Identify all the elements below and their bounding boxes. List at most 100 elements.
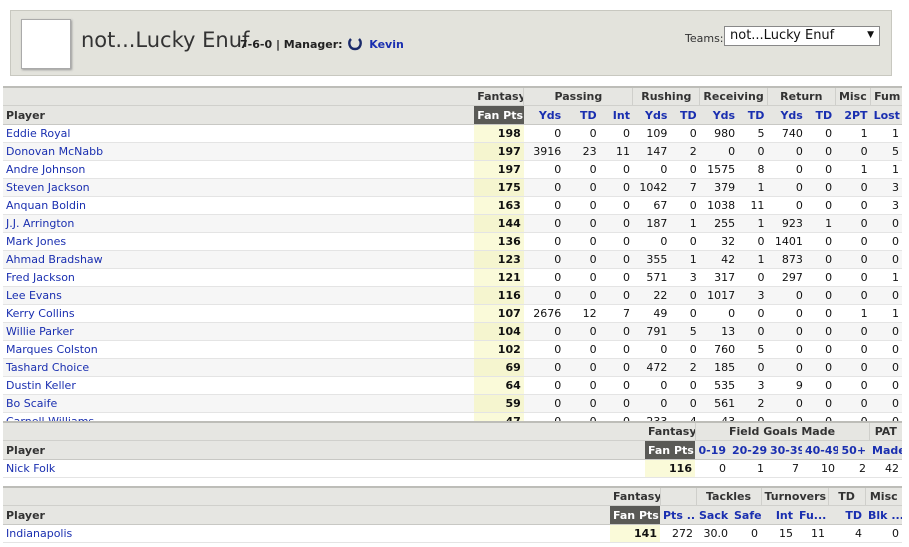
player-name-link[interactable]: Ahmad Bradshaw <box>3 250 475 269</box>
stat-cell: 0 <box>670 340 700 359</box>
player-name-link[interactable]: Lee Evans <box>3 286 475 305</box>
stat-cell: 1 <box>835 160 871 179</box>
team-name: not...Lucky Enuf <box>81 28 250 52</box>
stat-cell: 22 <box>632 286 671 305</box>
fantasy-points-cell: 104 <box>474 322 524 341</box>
player-name-link[interactable]: Tashard Choice <box>3 358 475 377</box>
stat-cell: 0 <box>599 160 633 179</box>
player-name-link[interactable]: Eddie Royal <box>3 124 475 143</box>
group-fantasy: Fantasy <box>610 486 660 506</box>
player-name-link[interactable]: Mark Jones <box>3 232 475 251</box>
col-fg-50-plus[interactable]: 50+ <box>838 440 870 460</box>
col-sack[interactable]: Sack <box>696 505 731 525</box>
stat-cell: 185 <box>699 358 739 377</box>
teams-select[interactable]: not...Lucky Enuf ▼ <box>724 26 880 46</box>
stat-cell: 0 <box>738 232 768 251</box>
stat-cell: 0 <box>767 322 806 341</box>
col-rec-td[interactable]: TD <box>738 105 768 125</box>
player-name-link[interactable]: Willie Parker <box>3 322 475 341</box>
player-name-link[interactable]: Steven Jackson <box>3 178 475 197</box>
col-ret-yds[interactable]: Yds <box>767 105 806 125</box>
col-misc-2pt[interactable]: 2PT <box>835 105 871 125</box>
col-pass-yds[interactable]: Yds <box>523 105 565 125</box>
stat-cell: 980 <box>699 124 739 143</box>
player-name-link[interactable]: Donovan McNabb <box>3 142 475 161</box>
stat-cell: 0 <box>599 268 633 287</box>
fantasy-points-cell: 102 <box>474 340 524 359</box>
stat-cell: 0 <box>523 286 565 305</box>
player-name-link[interactable]: Dustin Keller <box>3 376 475 395</box>
col-rush-td[interactable]: TD <box>670 105 700 125</box>
fantasy-points-cell: 116 <box>474 286 524 305</box>
stat-cell: 0 <box>805 232 836 251</box>
manager-link[interactable]: Kevin <box>369 38 404 51</box>
col-pass-td[interactable]: TD <box>564 105 600 125</box>
col-rec-yds[interactable]: Yds <box>699 105 739 125</box>
stat-cell: 0 <box>767 160 806 179</box>
table-row: Kerry Collins 107 2676 12 7 49 0 0 0 0 0 1 1 <box>3 304 902 323</box>
defense-rows: Indianapolis 141 272 30.0 0 15 11 4 0 <box>3 524 903 543</box>
stat-cell: 49 <box>632 304 671 323</box>
col-pass-int[interactable]: Int <box>599 105 633 125</box>
stat-cell: 1 <box>835 304 871 323</box>
col-pat-made[interactable]: Made <box>869 440 903 460</box>
player-name-link[interactable]: Kerry Collins <box>3 304 475 323</box>
col-pts-allowed[interactable]: Pts ... <box>660 505 696 525</box>
stat-cell: 32 <box>699 232 739 251</box>
player-name-link[interactable]: Nick Folk <box>3 459 645 478</box>
col-fg-20-29[interactable]: 20-29 <box>729 440 767 460</box>
player-name-link[interactable]: Fred Jackson <box>3 268 475 287</box>
col-td[interactable]: TD <box>828 505 866 525</box>
col-int[interactable]: Int <box>761 505 796 525</box>
stat-cell: 1 <box>738 250 768 269</box>
stat-cell: 7 <box>767 459 802 478</box>
table-row: Eddie Royal 198 0 0 0 109 0 980 5 740 0 1 1 <box>3 124 902 143</box>
col-safe[interactable]: Safe <box>731 505 761 525</box>
stat-cell: 1 <box>670 214 700 233</box>
stat-cell: 7 <box>599 304 633 323</box>
stat-cell: 0 <box>805 268 836 287</box>
player-name-link[interactable]: Andre Johnson <box>3 160 475 179</box>
stat-cell: 0 <box>835 178 871 197</box>
table-row: Tashard Choice 69 0 0 0 472 2 185 0 0 0 0 0 <box>3 358 902 377</box>
stat-cell: 0 <box>523 250 565 269</box>
stat-cell: 571 <box>632 268 671 287</box>
stat-cell: 0 <box>805 178 836 197</box>
stat-cell: 535 <box>699 376 739 395</box>
col-fg-40-49[interactable]: 40-49 <box>802 440 838 460</box>
col-fg-0-19[interactable]: 0-19 <box>695 440 729 460</box>
player-name-link[interactable]: J.J. Arrington <box>3 214 475 233</box>
table-row: Lee Evans 116 0 0 0 22 0 1017 3 0 0 0 0 <box>3 286 902 305</box>
col-fumbles[interactable]: Fu... <box>796 505 829 525</box>
stat-cell: 1401 <box>767 232 806 251</box>
player-name-link[interactable]: Anquan Boldin <box>3 196 475 215</box>
col-rush-yds[interactable]: Yds <box>632 105 671 125</box>
stat-cell: 5 <box>738 340 768 359</box>
player-name-link[interactable]: Bo Scaife <box>3 394 475 413</box>
player-name-link[interactable]: Indianapolis <box>3 524 610 543</box>
col-blk[interactable]: Blk ... <box>865 505 903 525</box>
group-return: Return <box>766 86 836 106</box>
col-fan-pts[interactable]: Fan Pts <box>645 440 695 460</box>
stat-cell: 0 <box>670 196 700 215</box>
offense-table: Fantasy Passing Rushing Receiving Return… <box>3 86 902 431</box>
stat-cell: 0 <box>632 340 671 359</box>
stat-cell: 0 <box>632 394 671 413</box>
stat-cell: 0 <box>599 196 633 215</box>
stat-cell: 0 <box>805 250 836 269</box>
stat-cell: 0 <box>523 340 565 359</box>
stat-cell: 0 <box>805 304 836 323</box>
stat-cell: 0 <box>805 160 836 179</box>
stat-cell: 0 <box>523 358 565 377</box>
stat-cell: 1038 <box>699 196 739 215</box>
col-ret-td[interactable]: TD <box>805 105 836 125</box>
col-fan-pts[interactable]: Fan Pts <box>474 105 524 125</box>
col-fan-pts[interactable]: Fan Pts <box>610 505 660 525</box>
stat-cell: 873 <box>767 250 806 269</box>
player-name-link[interactable]: Marques Colston <box>3 340 475 359</box>
group-blank-pts <box>659 486 696 506</box>
stat-cell: 3 <box>870 196 902 215</box>
col-fg-30-39[interactable]: 30-39 <box>767 440 802 460</box>
col-fum-lost[interactable]: Lost <box>870 105 902 125</box>
stat-cell: 0 <box>865 524 903 543</box>
